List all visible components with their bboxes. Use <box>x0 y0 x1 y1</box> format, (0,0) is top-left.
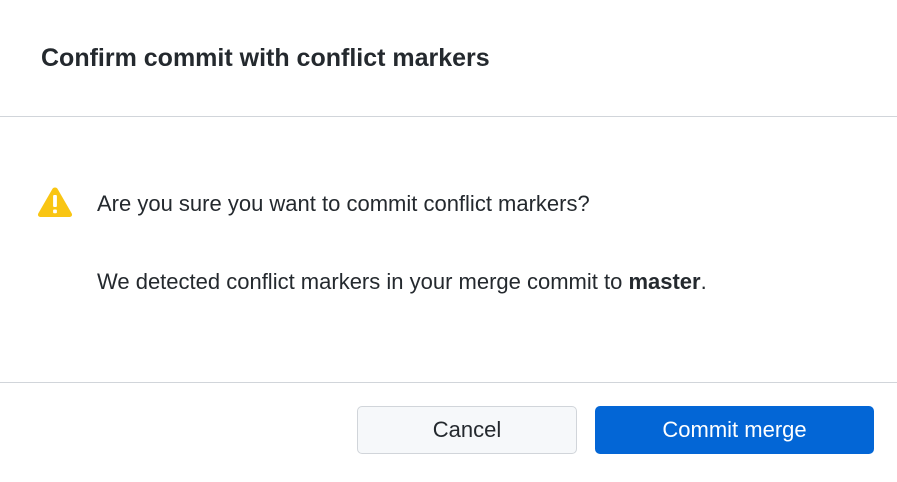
cancel-button[interactable]: Cancel <box>357 406 577 454</box>
confirm-commit-dialog: Confirm commit with conflict markers Are… <box>0 0 897 482</box>
dialog-footer: Cancel Commit merge <box>0 382 897 482</box>
dialog-header: Confirm commit with conflict markers <box>0 0 897 117</box>
dialog-body: Are you sure you want to commit conflict… <box>0 117 897 383</box>
commit-merge-button[interactable]: Commit merge <box>595 406 874 454</box>
branch-name: master <box>628 269 701 294</box>
confirm-question: Are you sure you want to commit conflict… <box>97 191 590 216</box>
dialog-title: Confirm commit with conflict markers <box>41 44 490 72</box>
conflict-detail: We detected conflict markers in your mer… <box>97 268 707 296</box>
warning-icon <box>37 187 73 217</box>
detail-suffix: . <box>700 269 707 294</box>
detail-prefix: We detected conflict markers in your mer… <box>97 269 629 294</box>
